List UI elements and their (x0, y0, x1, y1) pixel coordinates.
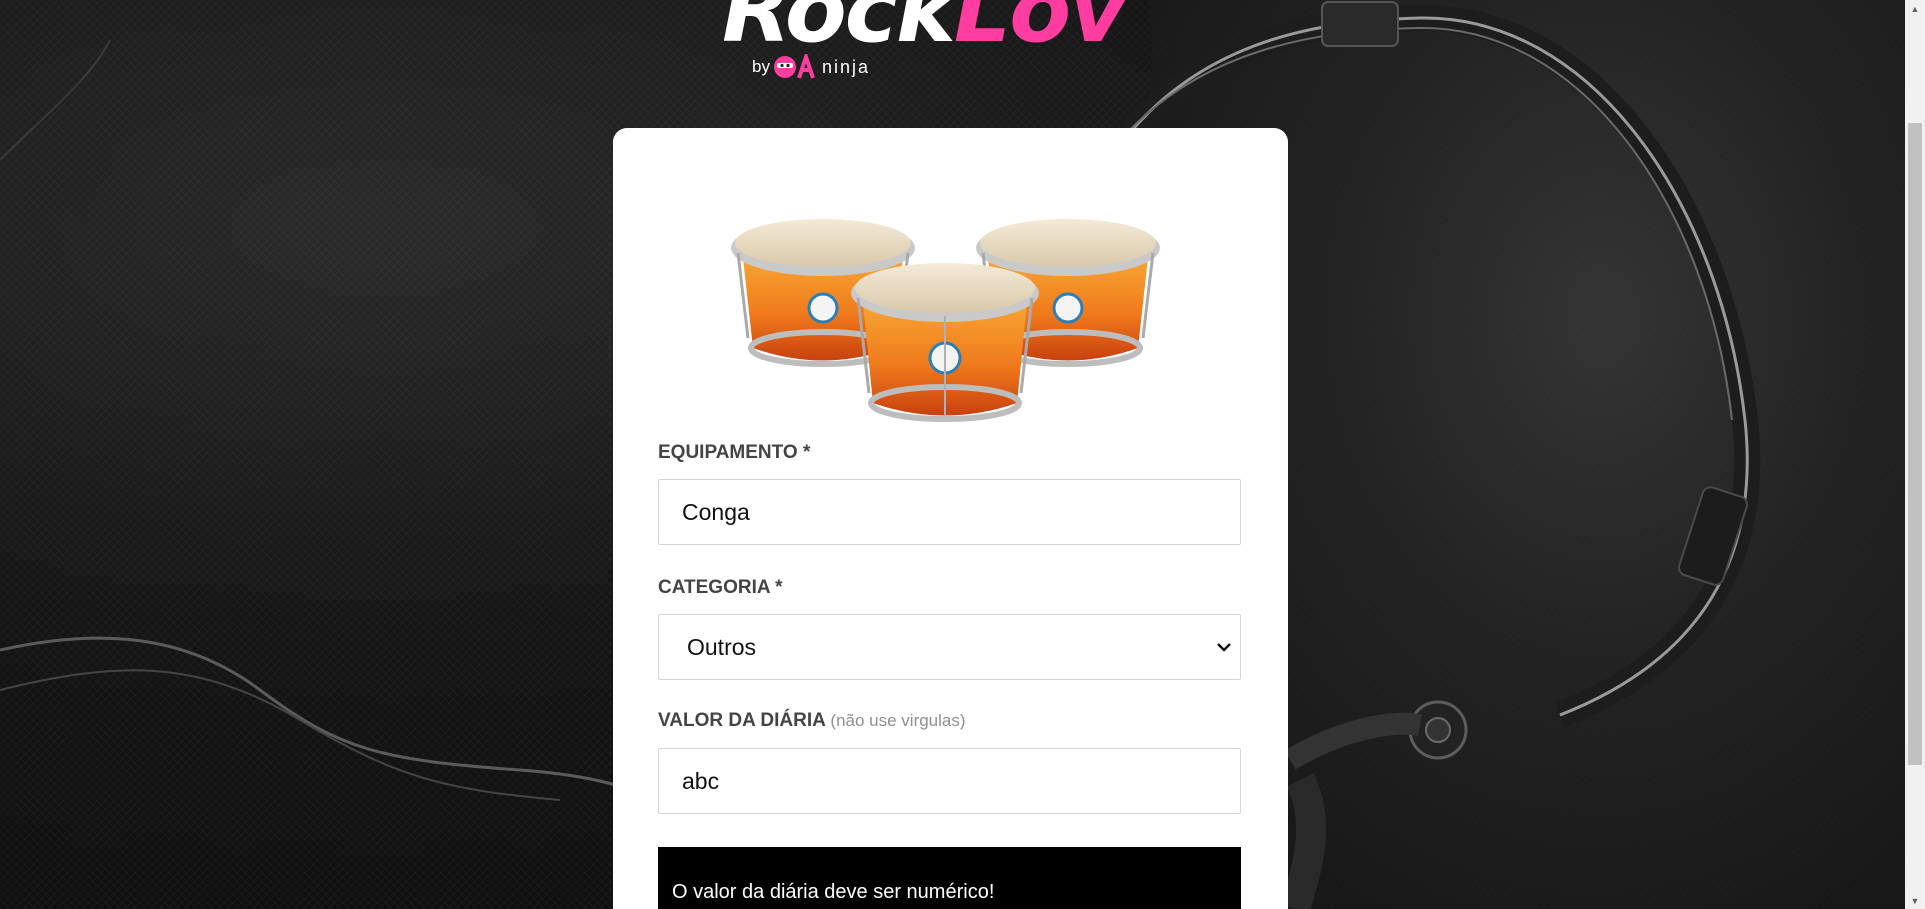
logo-ninja-text: ninja (821, 56, 870, 77)
valor-diaria-label: VALOR DA DIÁRIA (não use virgulas) (658, 710, 966, 732)
rocklov-logo: RockLov by ninja (722, 0, 1182, 86)
scroll-down-arrow-icon[interactable]: ▼ (1905, 892, 1925, 909)
logo-byline: by ninja (752, 54, 870, 80)
equipment-form-card: EQUIPAMENTO * Conga CATEGORIA * Outros V… (613, 128, 1288, 909)
equipment-thumbnail-image (731, 219, 1160, 422)
drum-center (851, 263, 1039, 422)
valor-diaria-input[interactable]: abc (658, 748, 1241, 814)
equipamento-label: EQUIPAMENTO * (658, 442, 811, 463)
logo-wordmark: RockLov (722, 0, 1128, 56)
equipamento-input[interactable]: Conga (658, 479, 1241, 545)
categoria-label: CATEGORIA * (658, 577, 783, 598)
error-alert: O valor da diária deve ser numérico! (658, 847, 1241, 909)
scroll-up-arrow-icon[interactable]: ▲ (1905, 0, 1925, 17)
categoria-select[interactable]: Outros (658, 614, 1241, 680)
qa-ninja-logo-icon (773, 54, 815, 79)
logo-by-text: by (752, 57, 770, 76)
valor-diaria-label-text: VALOR DA DIÁRIA (658, 710, 826, 731)
scrollbar-thumb[interactable] (1908, 123, 1922, 765)
valor-diaria-hint: (não use virgulas) (830, 711, 966, 730)
page-background: RockLov by ninja EQUIPAMENTO * Conga CAT… (0, 0, 1925, 909)
chevron-down-icon (1217, 643, 1231, 652)
page-scrollbar[interactable]: ▲ ▼ (1905, 0, 1925, 909)
categoria-selected-value: Outros (687, 633, 757, 660)
logo-word-lov: Lov (953, 0, 1128, 63)
